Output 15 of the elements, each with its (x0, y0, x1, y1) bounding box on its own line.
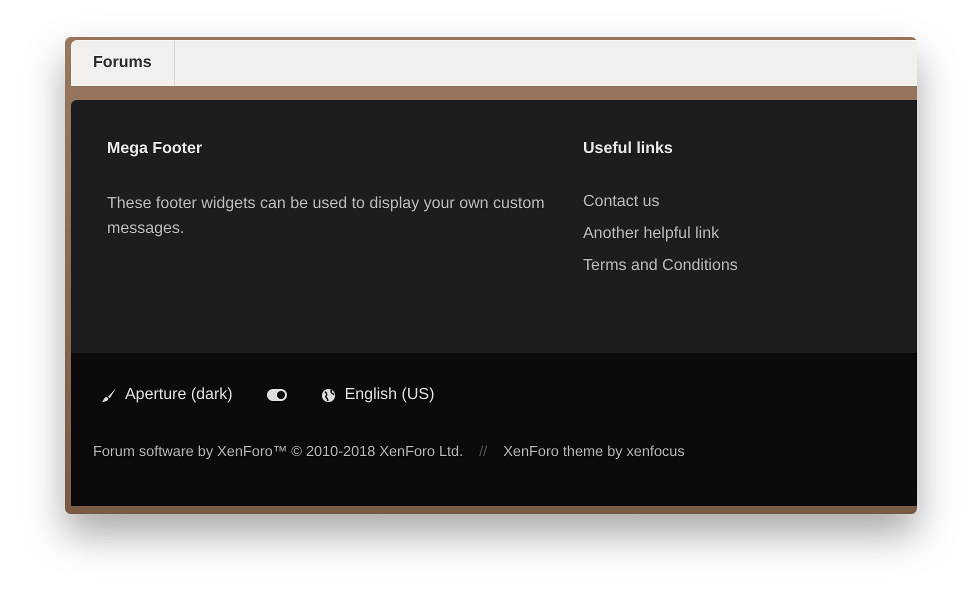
copyright-text: Forum software by XenForo™ © 2010-2018 XenForo Ltd. (93, 443, 464, 462)
breadcrumb-link[interactable]: Forums (71, 40, 175, 86)
theme-credit-link[interactable]: XenForo theme by xenfocus (503, 442, 685, 464)
paintbrush-icon (101, 387, 117, 403)
globe-icon (320, 388, 336, 402)
footer-link[interactable]: Another helpful link (583, 223, 917, 245)
theme-toggle[interactable] (266, 389, 287, 401)
footer-link[interactable]: Terms and Conditions (583, 255, 917, 277)
widget-text: These footer widgets can be used to display your own custom messages. (107, 194, 546, 239)
widget-title: Useful links (583, 139, 674, 159)
language-chooser-link[interactable]: English (US) (320, 383, 434, 407)
separator-text: // (479, 443, 488, 462)
style-chooser-link[interactable]: Aperture (dark) (101, 383, 233, 407)
widget-title: Mega Footer (107, 139, 204, 159)
footer-link[interactable]: Contact us (583, 191, 917, 213)
